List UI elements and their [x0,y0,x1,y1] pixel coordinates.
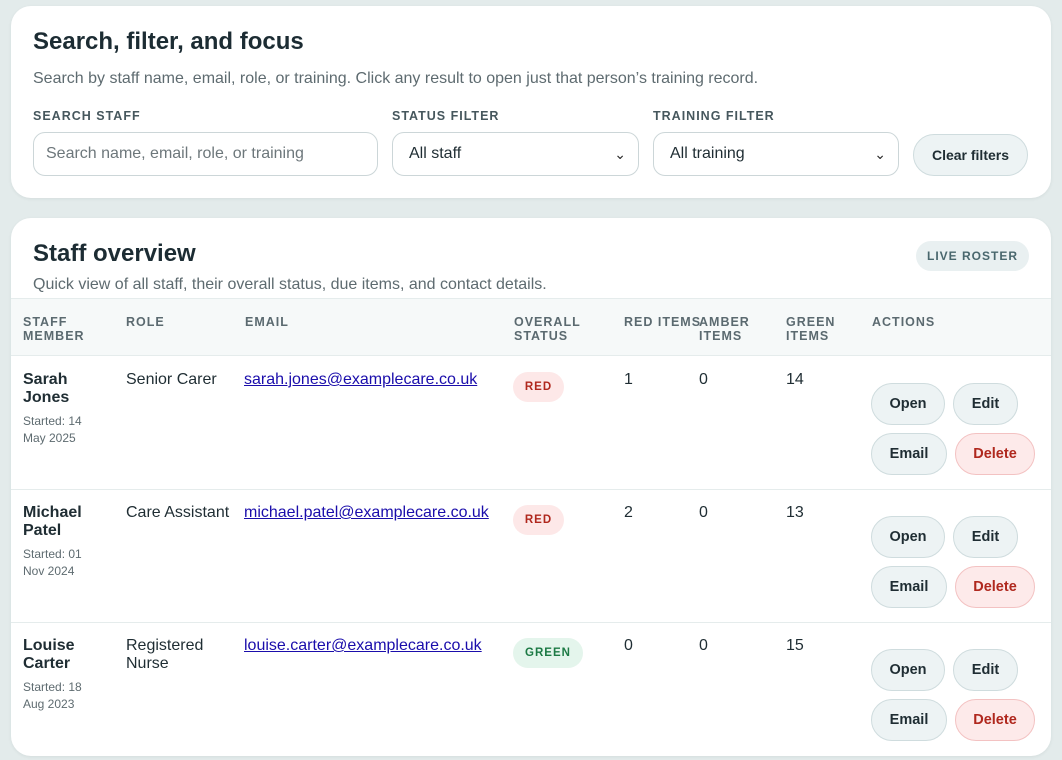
table-row[interactable]: Sarah Jones Started: 14 May 2025 Senior … [11,357,1051,490]
clear-filters-button[interactable]: Clear filters [913,134,1028,176]
staff-name[interactable]: Sarah Jones [23,371,113,407]
staff-start-date: Started: 14 May 2025 [23,414,82,445]
header-staff-member: STAFF MEMBER [23,315,85,343]
chevron-down-icon: ⌄ [614,145,626,162]
header-role: ROLE [126,315,165,329]
overview-title: Staff overview [33,240,196,267]
red-items-count: 0 [624,637,633,654]
header-overall-status: OVERALL STATUS [514,315,581,343]
header-green-items: GREEN ITEMS [786,315,836,343]
status-badge: RED [513,505,564,535]
training-filter-value: All training [670,145,745,162]
open-button[interactable]: Open [871,383,945,425]
search-input[interactable]: Search name, email, role, or training [33,132,378,176]
edit-button[interactable]: Edit [953,383,1018,425]
staff-start-date: Started: 18 Aug 2023 [23,680,82,711]
email-button[interactable]: Email [871,699,947,741]
table-row[interactable]: Louise Carter Started: 18 Aug 2023 Regis… [11,623,1051,756]
email-button[interactable]: Email [871,433,947,475]
status-filter-value: All staff [409,145,462,162]
search-filter-panel: Search, filter, and focus Search by staf… [11,6,1051,198]
staff-name[interactable]: Louise Carter [23,637,113,673]
status-filter-select[interactable]: All staff ⌄ [392,132,639,176]
staff-email-link[interactable]: louise.carter@examplecare.co.uk [244,637,482,655]
red-items-count: 1 [624,371,633,388]
header-amber-items: AMBER ITEMS [699,315,750,343]
email-button[interactable]: Email [871,566,947,608]
staff-role: Registered Nurse [126,637,204,672]
green-items-count: 14 [786,371,804,388]
staff-email-link[interactable]: sarah.jones@examplecare.co.uk [244,371,477,389]
header-red-items: RED ITEMS [624,315,702,329]
green-items-count: 15 [786,637,804,654]
delete-button[interactable]: Delete [955,566,1035,608]
delete-button[interactable]: Delete [955,433,1035,475]
status-badge: RED [513,372,564,402]
red-items-count: 2 [624,504,633,521]
staff-overview-panel: Staff overview LIVE ROSTER Quick view of… [11,218,1051,756]
amber-items-count: 0 [699,637,708,654]
amber-items-count: 0 [699,504,708,521]
status-filter-label: STATUS FILTER [392,109,500,123]
staff-role: Senior Carer [126,371,217,388]
table-header: STAFF MEMBER ROLE EMAIL OVERALL STATUS R… [11,298,1051,356]
training-filter-select[interactable]: All training ⌄ [653,132,899,176]
edit-button[interactable]: Edit [953,516,1018,558]
search-staff-label: SEARCH STAFF [33,109,141,123]
staff-name[interactable]: Michael Patel [23,504,113,540]
search-panel-title: Search, filter, and focus [33,28,304,55]
amber-items-count: 0 [699,371,708,388]
open-button[interactable]: Open [871,649,945,691]
live-roster-badge: LIVE ROSTER [916,241,1029,271]
staff-start-date: Started: 01 Nov 2024 [23,547,82,578]
table-row[interactable]: Michael Patel Started: 01 Nov 2024 Care … [11,490,1051,623]
staff-email-link[interactable]: michael.patel@examplecare.co.uk [244,504,489,522]
overview-description: Quick view of all staff, their overall s… [33,276,547,293]
staff-role: Care Assistant [126,504,230,521]
header-email: EMAIL [245,315,289,329]
search-input-placeholder: Search name, email, role, or training [46,145,304,162]
edit-button[interactable]: Edit [953,649,1018,691]
delete-button[interactable]: Delete [955,699,1035,741]
search-panel-description: Search by staff name, email, role, or tr… [33,70,759,87]
training-filter-label: TRAINING FILTER [653,109,775,123]
status-badge: GREEN [513,638,583,668]
open-button[interactable]: Open [871,516,945,558]
green-items-count: 13 [786,504,804,521]
chevron-down-icon: ⌄ [874,145,886,162]
header-actions: ACTIONS [872,315,936,329]
